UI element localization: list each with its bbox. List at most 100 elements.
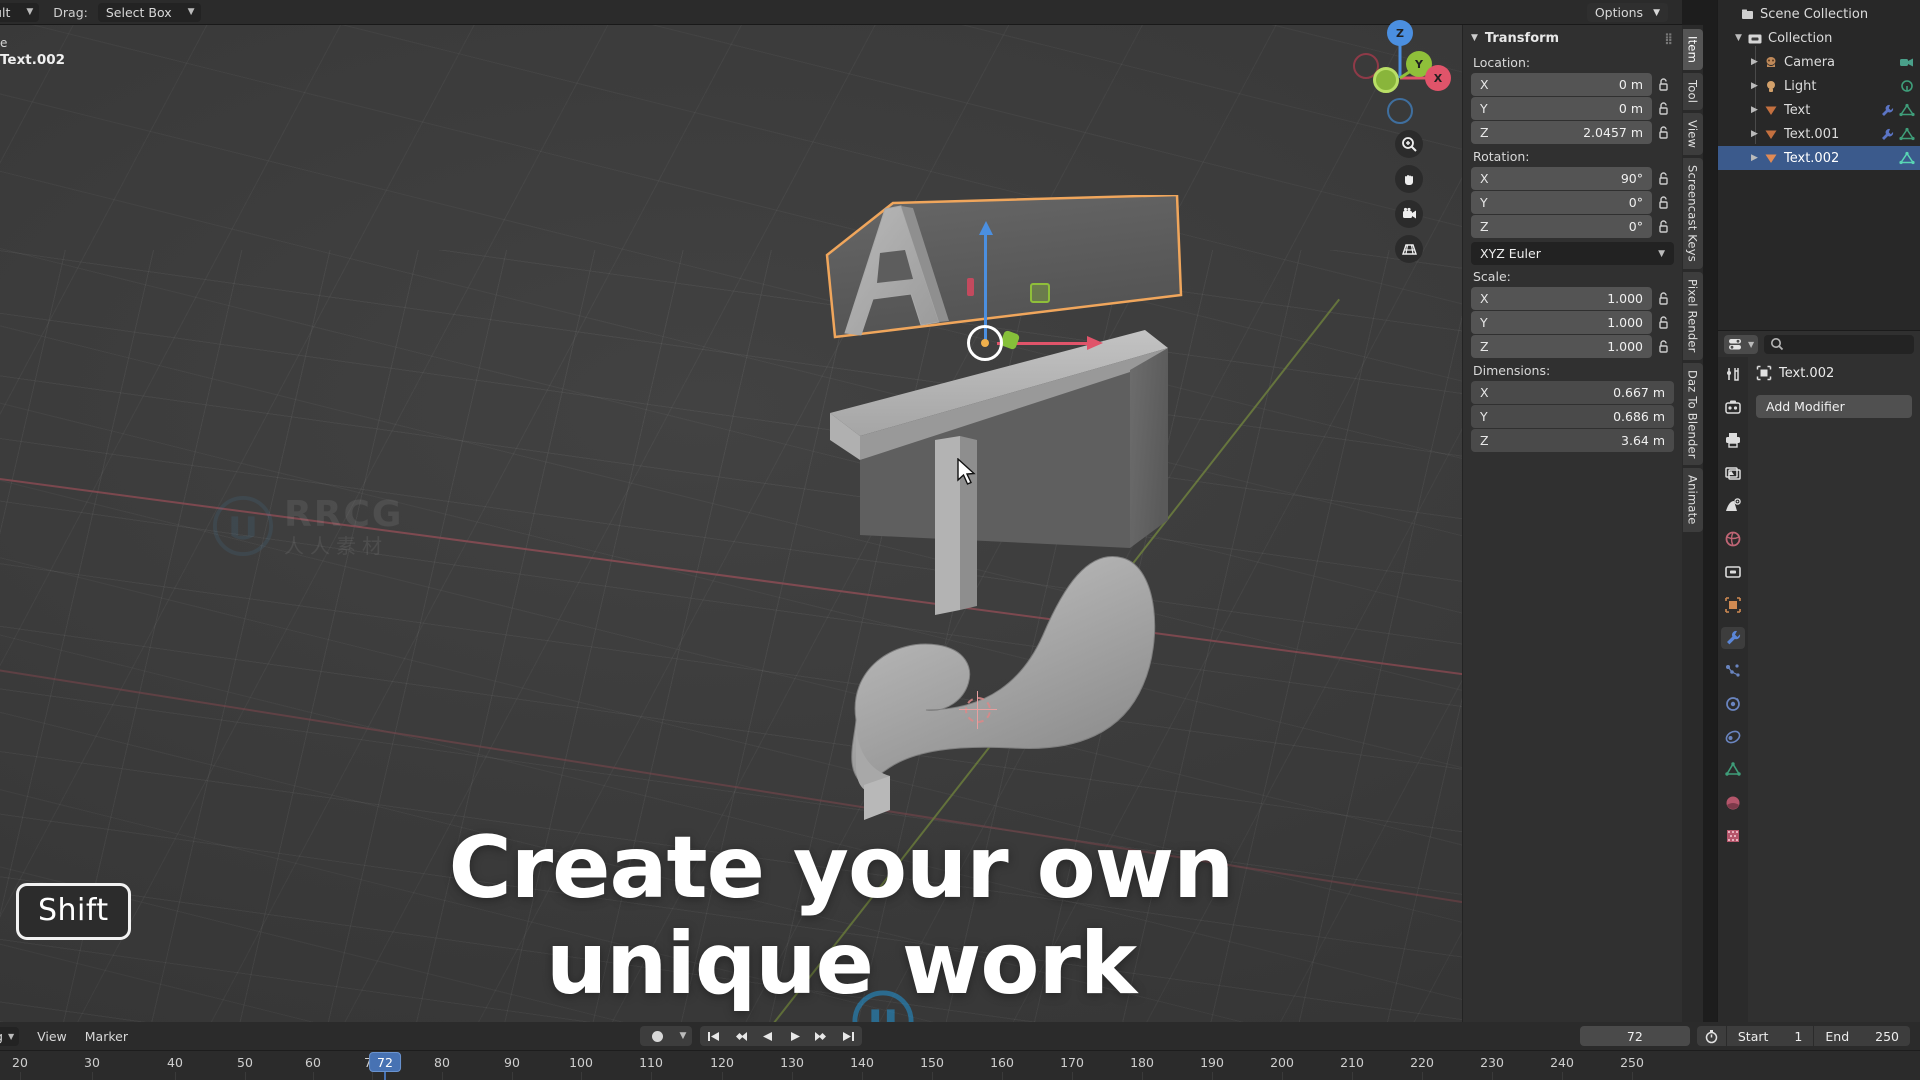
disclosure-triangle[interactable]: ▶ bbox=[1748, 105, 1761, 115]
camera-icon[interactable] bbox=[1395, 200, 1423, 228]
frame-start-field[interactable]: Start 1 bbox=[1725, 1026, 1814, 1046]
play-reverse-button[interactable] bbox=[754, 1026, 781, 1046]
outliner-row-camera[interactable]: ▶ Camera bbox=[1718, 50, 1920, 74]
tab-tool[interactable]: Tool bbox=[1682, 72, 1703, 111]
outliner-row-text-001[interactable]: ▶ Text.001 bbox=[1718, 122, 1920, 146]
tool-tab[interactable] bbox=[1721, 363, 1745, 385]
tab-animate[interactable]: Animate bbox=[1682, 468, 1703, 533]
mesh-data-icon[interactable] bbox=[1899, 103, 1915, 118]
options-dropdown[interactable]: Options ▼ bbox=[1586, 3, 1668, 22]
output-tab[interactable] bbox=[1721, 429, 1745, 451]
location-y-field[interactable]: Y 0 m bbox=[1471, 97, 1652, 120]
lock-open-icon[interactable] bbox=[1652, 77, 1674, 92]
material-tab[interactable] bbox=[1721, 792, 1745, 814]
wrench-modifier-icon[interactable] bbox=[1879, 103, 1895, 118]
menu-view[interactable]: View bbox=[37, 1029, 67, 1044]
menu-marker[interactable]: Marker bbox=[85, 1029, 128, 1044]
search-input[interactable] bbox=[1764, 334, 1914, 354]
scale-z-field[interactable]: Z 1.000 bbox=[1471, 335, 1652, 358]
transform-panel-header[interactable]: ▼ Transform ⣿ bbox=[1463, 25, 1682, 51]
next-keyframe-button[interactable] bbox=[808, 1026, 835, 1046]
3d-viewport[interactable]: RRCG 人人素材 bbox=[0, 0, 1682, 1022]
constraints-tab[interactable] bbox=[1721, 726, 1745, 748]
world-tab[interactable] bbox=[1721, 528, 1745, 550]
current-frame-field[interactable]: 72 bbox=[1579, 1026, 1690, 1046]
dimensions-x-field[interactable]: X 0.667 m bbox=[1471, 381, 1674, 404]
object-letter-p[interactable] bbox=[838, 520, 1168, 860]
lock-open-icon[interactable] bbox=[1652, 195, 1674, 210]
stopwatch-icon[interactable] bbox=[1697, 1029, 1726, 1044]
render-tab[interactable] bbox=[1721, 396, 1745, 418]
mesh-data-icon[interactable] bbox=[1899, 127, 1915, 142]
lock-open-icon[interactable] bbox=[1652, 101, 1674, 116]
hand-icon[interactable] bbox=[1395, 165, 1423, 193]
dimensions-y-field[interactable]: Y 0.686 m bbox=[1471, 405, 1674, 428]
timeline-editor[interactable]: g ▼ View Marker ▼ bbox=[0, 1022, 1920, 1080]
data-tab[interactable] bbox=[1721, 759, 1745, 781]
drag-dropdown[interactable]: Select Box ▼ bbox=[97, 2, 201, 22]
object-tab[interactable] bbox=[1721, 594, 1745, 616]
outliner-row-scene-collection[interactable]: Scene Collection bbox=[1718, 2, 1920, 26]
disclosure-triangle[interactable]: ▶ bbox=[1748, 81, 1761, 91]
dimensions-z-field[interactable]: Z 3.64 m bbox=[1471, 429, 1674, 452]
lock-open-icon[interactable] bbox=[1652, 315, 1674, 330]
jump-to-start-button[interactable] bbox=[700, 1026, 727, 1046]
disclosure-triangle[interactable]: ▶ bbox=[1748, 153, 1761, 163]
modifier-tab[interactable] bbox=[1721, 627, 1745, 649]
rotation-z-field[interactable]: Z 0° bbox=[1471, 215, 1652, 238]
auto-keying-options[interactable]: ▼ bbox=[674, 1026, 692, 1046]
wrench-modifier-icon[interactable] bbox=[1879, 127, 1895, 142]
texture-tab[interactable] bbox=[1721, 825, 1745, 847]
tab-screencast-keys[interactable]: Screencast Keys bbox=[1682, 158, 1703, 270]
navigation-gizmo[interactable]: Z Y X bbox=[1345, 20, 1455, 130]
outliner-editor[interactable]: Scene Collection ▼ Collection ▶ Camera ▶ bbox=[1717, 0, 1920, 330]
auto-keying-button[interactable] bbox=[640, 1026, 674, 1046]
disclosure-triangle[interactable]: ▶ bbox=[1748, 57, 1761, 67]
scale-y-field[interactable]: Y 1.000 bbox=[1471, 311, 1652, 334]
camera-data-icon[interactable] bbox=[1899, 55, 1915, 70]
outliner-row-collection[interactable]: ▼ Collection bbox=[1718, 26, 1920, 50]
lock-open-icon[interactable] bbox=[1652, 291, 1674, 306]
play-forward-button[interactable] bbox=[781, 1026, 808, 1046]
properties-editor[interactable]: ▼ Text.002 Add Modifier bbox=[1717, 330, 1920, 1023]
tab-daz-to-blender[interactable]: Daz To Blender bbox=[1682, 362, 1703, 466]
lock-open-icon[interactable] bbox=[1652, 125, 1674, 140]
timeline-editor-type-button[interactable]: g ▼ bbox=[0, 1026, 20, 1046]
grid-icon[interactable] bbox=[1395, 235, 1423, 263]
nav-axis-z[interactable]: Z bbox=[1387, 20, 1413, 46]
particles-tab[interactable] bbox=[1721, 660, 1745, 682]
tab-view[interactable]: View bbox=[1682, 113, 1703, 156]
outliner-row-text-002[interactable]: ▶ Text.002 bbox=[1718, 146, 1920, 170]
gizmo-plane-xz[interactable] bbox=[1030, 283, 1050, 303]
location-x-field[interactable]: X 0 m bbox=[1471, 73, 1652, 96]
zoom-icon[interactable] bbox=[1395, 130, 1423, 158]
timeline-playhead[interactable]: 72 bbox=[369, 1052, 401, 1072]
timeline-ruler[interactable]: 2030405060708090100110120130140150160170… bbox=[0, 1050, 1920, 1080]
editor-type-button[interactable]: ▼ bbox=[1724, 334, 1759, 354]
disclosure-triangle[interactable]: ▶ bbox=[1748, 129, 1761, 139]
mode-dropdown[interactable]: fault ▼ bbox=[0, 2, 40, 22]
rotation-x-field[interactable]: X 90° bbox=[1471, 167, 1652, 190]
gizmo-plane-yz[interactable] bbox=[967, 278, 974, 296]
jump-to-end-button[interactable] bbox=[835, 1026, 862, 1046]
add-modifier-button[interactable]: Add Modifier bbox=[1756, 395, 1912, 418]
outliner-row-text[interactable]: ▶ Text bbox=[1718, 98, 1920, 122]
collection-tab[interactable] bbox=[1721, 561, 1745, 583]
lock-open-icon[interactable] bbox=[1652, 219, 1674, 234]
scale-x-field[interactable]: X 1.000 bbox=[1471, 287, 1652, 310]
view-layer-tab[interactable] bbox=[1721, 462, 1745, 484]
disclosure-triangle[interactable]: ▼ bbox=[1732, 33, 1745, 43]
mesh-data-icon[interactable] bbox=[1899, 151, 1915, 166]
frame-end-field[interactable]: End 250 bbox=[1813, 1026, 1910, 1046]
scene-tab[interactable] bbox=[1721, 495, 1745, 517]
outliner-row-light[interactable]: ▶ Light bbox=[1718, 74, 1920, 98]
physics-tab[interactable] bbox=[1721, 693, 1745, 715]
lock-open-icon[interactable] bbox=[1652, 339, 1674, 354]
tab-item[interactable]: Item bbox=[1682, 29, 1703, 70]
light-data-icon[interactable] bbox=[1899, 79, 1915, 94]
rotation-y-field[interactable]: Y 0° bbox=[1471, 191, 1652, 214]
nav-axis-x[interactable]: X bbox=[1425, 65, 1451, 91]
lock-open-icon[interactable] bbox=[1652, 171, 1674, 186]
rotation-mode-dropdown[interactable]: XYZ Euler ▼ bbox=[1471, 242, 1674, 265]
prev-keyframe-button[interactable] bbox=[727, 1026, 754, 1046]
